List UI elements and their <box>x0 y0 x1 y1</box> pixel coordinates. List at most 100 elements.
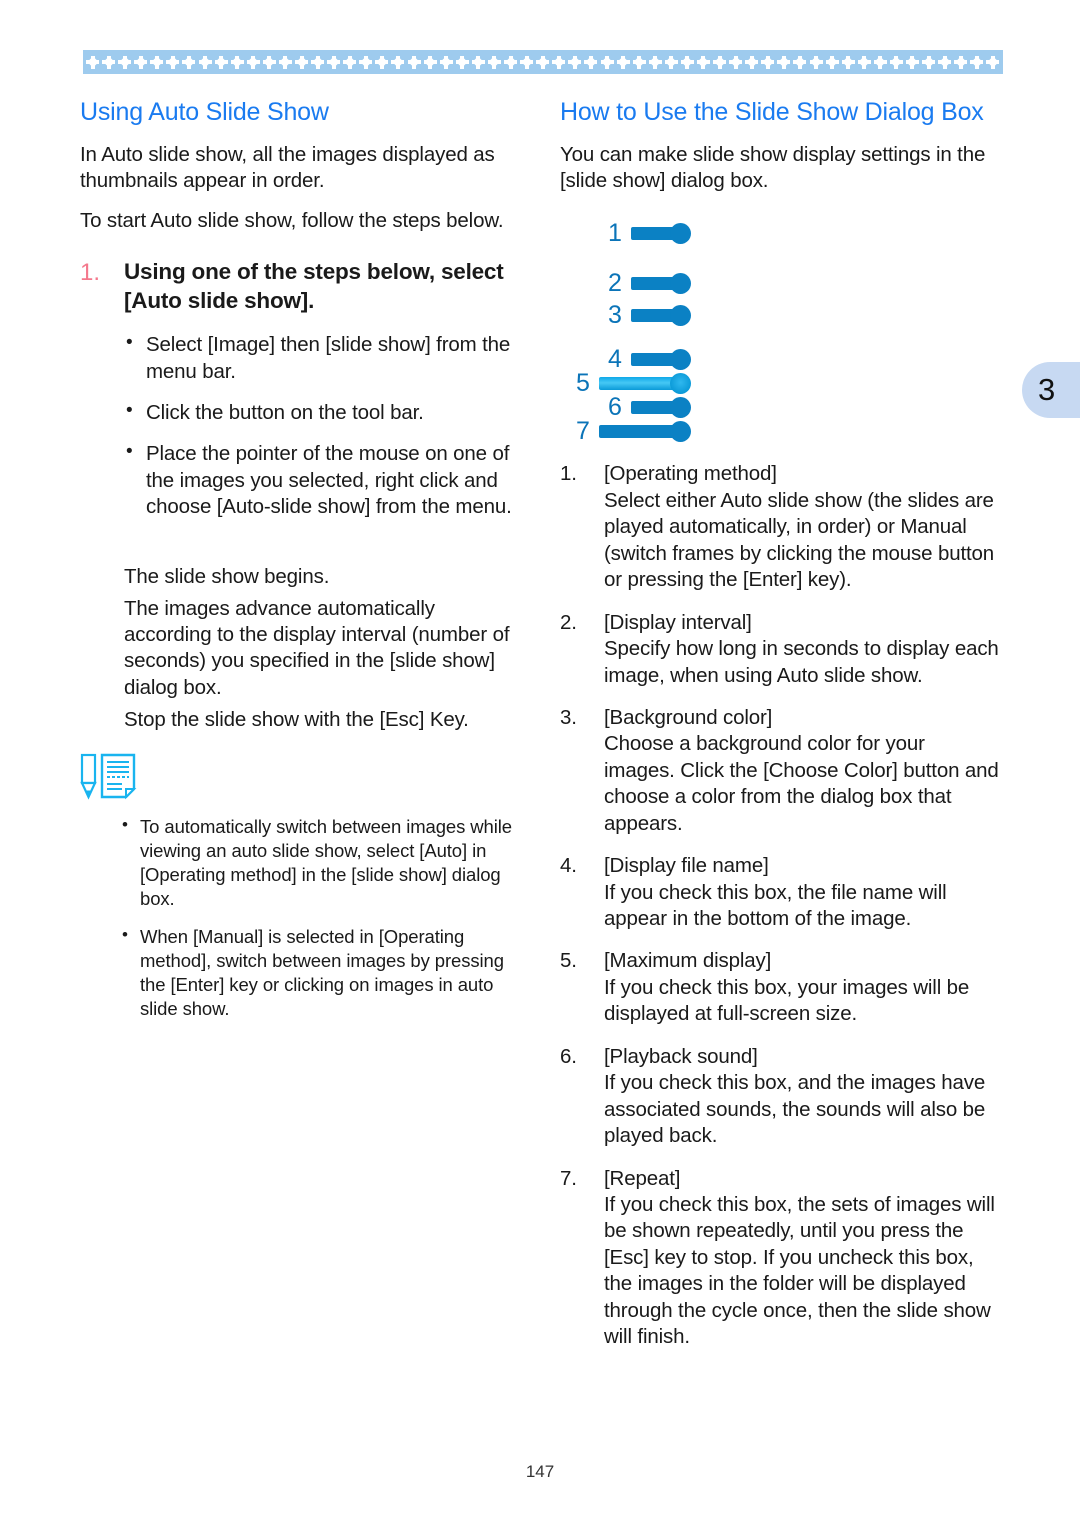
note-bullet-item: To automatically switch between images w… <box>120 814 520 911</box>
step-heading-text: Using one of the steps below, select [Au… <box>124 258 504 314</box>
callout-item: 3 <box>608 302 691 328</box>
leader-dot <box>669 396 691 418</box>
diamond-cluster-motif <box>680 55 694 69</box>
diamond-cluster-motif <box>359 55 373 69</box>
diamond-cluster-motif <box>391 55 405 69</box>
diamond-cluster-motif <box>905 55 919 69</box>
diamond-cluster-motif <box>600 55 614 69</box>
description-term: [Playback sound] <box>604 1044 758 1068</box>
description-marker: 5. <box>560 949 577 973</box>
diamond-cluster-motif <box>150 55 164 69</box>
callout-leader-line-diagram: 1 2 3 4567 <box>560 212 1000 447</box>
numbered-step: 1. Using one of the steps below, select … <box>80 257 520 316</box>
diamond-cluster-motif <box>278 55 292 69</box>
description-term: [Maximum display] <box>604 949 772 973</box>
left-intro-paragraph-2: To start Auto slide show, follow the ste… <box>80 209 504 233</box>
callout-item: 6 <box>608 394 691 420</box>
diamond-cluster-motif <box>986 55 1000 69</box>
diamond-cluster-motif <box>118 55 132 69</box>
description-detail: If you check this box, your images will … <box>604 975 970 1026</box>
description-marker: 6. <box>560 1044 577 1068</box>
diamond-cluster-motif <box>214 55 228 69</box>
leader-bar <box>630 352 675 366</box>
result-paragraph-2: The images advance automatically accordi… <box>124 596 510 699</box>
diamond-cluster-motif <box>632 55 646 69</box>
diamond-cluster-motif <box>182 55 196 69</box>
leader-bar <box>630 400 675 414</box>
description-item: 1. [Operating method] Select either Auto s… <box>560 461 1000 593</box>
description-term: [Display interval] <box>604 610 752 634</box>
chapter-tab: 3 <box>1022 362 1080 418</box>
diamond-cluster-motif <box>745 55 759 69</box>
callout-item: 2 <box>608 270 691 296</box>
callout-leader-line <box>630 272 691 294</box>
callout-item: 1 <box>608 220 691 246</box>
callout-number: 4 <box>608 344 622 373</box>
description-item: 3. [Background color] Choose a background … <box>560 705 1000 837</box>
diamond-cluster-motif <box>777 55 791 69</box>
leader-bar <box>598 376 675 390</box>
callout-number: 6 <box>608 392 622 421</box>
diamond-cluster-motif <box>504 55 518 69</box>
footer-page-number: 147 <box>525 1462 555 1481</box>
callout-number: 1 <box>608 218 622 247</box>
diamond-cluster-motif <box>423 55 437 69</box>
diamond-cluster-motif <box>295 55 309 69</box>
result-paragraph-3: Stop the slide show with the [Esc] Key. <box>124 707 469 731</box>
diamond-cluster-motif <box>922 55 936 69</box>
diamond-cluster-motif <box>713 55 727 69</box>
description-detail: Choose a background color for your image… <box>604 732 999 835</box>
left-column: Using Auto Slide Show In Auto slide show… <box>80 96 520 1035</box>
leader-dot <box>669 272 691 294</box>
description-item: 7. [Repeat] If you check this box, the set… <box>560 1166 1000 1351</box>
callout-number: 3 <box>608 300 622 329</box>
diamond-cluster-motif <box>857 55 871 69</box>
decorative-header-band <box>83 50 1003 74</box>
description-detail: Specify how long in seconds to display e… <box>604 637 999 687</box>
callout-number: 2 <box>608 268 622 297</box>
diamond-cluster-motif <box>873 55 887 69</box>
diamond-cluster-motif <box>311 55 325 69</box>
leader-bar <box>630 308 675 322</box>
left-intro-paragraph-1: In Auto slide show, all the images displ… <box>80 143 495 193</box>
diamond-cluster-motif <box>327 55 341 69</box>
dialog-settings-description-list: 1. [Operating method] Select either Auto s… <box>560 461 1000 1350</box>
diamond-cluster-motif <box>648 55 662 69</box>
leader-dot <box>669 304 691 326</box>
callout-leader-line <box>630 222 691 244</box>
diamond-cluster-motif <box>889 55 903 69</box>
description-term: [Display file name] <box>604 854 769 878</box>
right-column: How to Use the Slide Show Dialog Box You… <box>560 96 1000 1367</box>
left-section-title: Using Auto Slide Show <box>80 98 329 126</box>
description-detail: Select either Auto slide show (the slide… <box>604 488 995 592</box>
diamond-cluster-motif <box>375 55 389 69</box>
diamond-cluster-motif <box>809 55 823 69</box>
step-bullet-item: Click the button on the tool bar. <box>124 399 520 426</box>
diamond-cluster-motif <box>664 55 678 69</box>
band-motif-row <box>83 50 1003 74</box>
description-detail: If you check this box, the sets of image… <box>604 1192 995 1349</box>
callout-number: 7 <box>576 416 590 445</box>
diamond-cluster-motif <box>86 55 99 69</box>
diamond-cluster-motif <box>134 55 148 69</box>
description-item: 5. [Maximum display] If you check this box… <box>560 948 1000 1027</box>
diamond-cluster-motif <box>471 55 485 69</box>
diamond-cluster-motif <box>166 55 180 69</box>
diamond-cluster-motif <box>262 55 276 69</box>
right-intro-paragraph: You can make slide show display settings… <box>560 143 986 193</box>
diamond-cluster-motif <box>761 55 775 69</box>
callout-leader-line <box>630 304 691 326</box>
leader-dot <box>669 420 691 442</box>
diamond-cluster-motif <box>793 55 807 69</box>
leader-dot <box>669 348 691 370</box>
description-term: [Repeat] <box>604 1166 681 1190</box>
description-detail: If you check this box, the file name wil… <box>604 880 947 931</box>
callout-item: 4 <box>608 346 691 372</box>
diamond-cluster-motif <box>198 55 212 69</box>
diamond-cluster-motif <box>841 55 855 69</box>
callout-leader-line <box>630 396 691 418</box>
step-number: 1. <box>80 258 101 286</box>
diamond-cluster-motif <box>102 55 116 69</box>
description-term: [Operating method] <box>604 462 777 486</box>
step-bullet-item: Place the pointer of the mouse on one of… <box>124 440 520 520</box>
